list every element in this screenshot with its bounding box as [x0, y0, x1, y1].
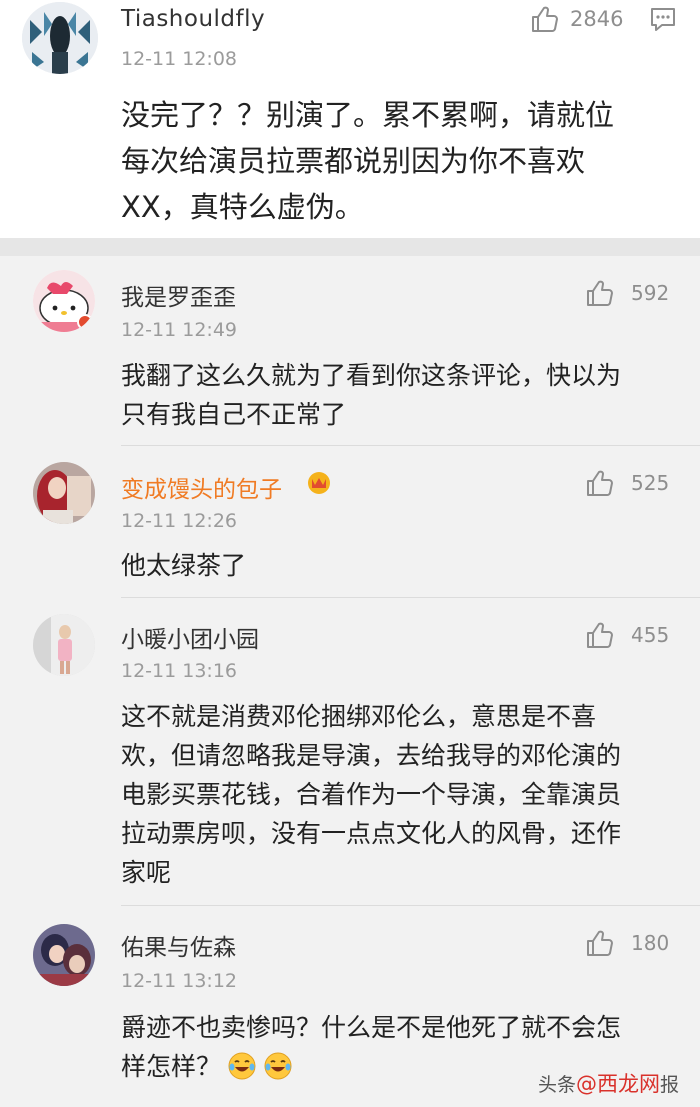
comment-line: 每次给演员拉票都说别因为你不喜欢 — [121, 144, 586, 178]
comment-line: 拉动票房呗，没有一点点文化人的风骨，还作 — [121, 819, 622, 848]
like-count: 180 — [631, 931, 670, 955]
avatar[interactable] — [33, 270, 95, 332]
username[interactable]: 我是罗歪歪 — [121, 278, 236, 312]
comment-thread: Tiashouldfly 12-11 12:08 2846 没完了？？别演了。累… — [0, 0, 700, 1107]
watermark-suffix: 报 — [660, 1074, 680, 1096]
thumbs-up-icon — [587, 470, 613, 496]
like-count: 592 — [631, 281, 670, 305]
comment-reply-icon[interactable] — [649, 5, 677, 33]
comment-line: 家呢 — [121, 858, 172, 887]
comment-line: XX，真特么虚伪。 — [121, 190, 364, 224]
comment-text: 这不就是消费邓伦捆绑邓伦么，意思是不喜 欢，但请忽略我是导演，去给我导的邓伦演的… — [121, 697, 681, 892]
like-button[interactable]: 592 — [585, 278, 669, 308]
timestamp: 12-11 12:08 — [121, 48, 238, 70]
thumbs-up-icon — [587, 930, 613, 956]
reply-item: 变成馒头的包子 525 12-11 12:26 他太绿茶了 — [0, 446, 700, 598]
timestamp: 12-11 13:12 — [121, 970, 238, 992]
like-button[interactable]: 180 — [585, 928, 669, 958]
comment-line: 他太绿茶了 — [121, 551, 247, 580]
like-button[interactable]: 455 — [585, 620, 669, 650]
watermark: 头条@西龙网报 — [538, 1068, 679, 1098]
comment-line: 没完了？？别演了。累不累啊，请就位 — [121, 98, 615, 132]
timestamp: 12-11 12:26 — [121, 510, 238, 532]
comment-line: 欢，但请忽略我是导演，去给我导的邓伦演的 — [121, 741, 622, 770]
thumbs-up-icon — [587, 280, 613, 306]
avatar[interactable] — [33, 614, 95, 676]
comment-line: 爵迹不也卖惨吗？什么是不是他死了就不会怎 — [121, 1013, 622, 1042]
comment-text: 我翻了这么久就为了看到你这条评论，快以为 只有我自己不正常了 — [121, 356, 681, 434]
timestamp: 12-11 12:49 — [121, 319, 238, 341]
reply-list: 我是罗歪歪 592 12-11 12:49 我翻了这么久就为了看到你这条评论，快… — [0, 256, 700, 1107]
section-divider — [0, 238, 700, 256]
username[interactable]: Tiashouldfly — [121, 6, 265, 32]
watermark-prefix: 头条 — [538, 1074, 577, 1096]
comment-text: 没完了？？别演了。累不累啊，请就位 每次给演员拉票都说别因为你不喜欢 XX，真特… — [121, 92, 681, 230]
watermark-brand: @西龙网 — [576, 1072, 661, 1096]
comment-text: 他太绿茶了 — [121, 546, 681, 585]
main-comment: Tiashouldfly 12-11 12:08 2846 没完了？？别演了。累… — [0, 0, 700, 238]
reply-item: 我是罗歪歪 592 12-11 12:49 我翻了这么久就为了看到你这条评论，快… — [0, 256, 700, 446]
like-count: 525 — [631, 471, 670, 495]
like-button[interactable]: 2846 — [530, 2, 630, 36]
username[interactable]: 佑果与佐森 — [121, 928, 236, 962]
comment-line-text: 样怎样？ — [121, 1052, 222, 1081]
thumbs-up-icon — [532, 6, 558, 32]
username[interactable]: 变成馒头的包子 — [121, 470, 282, 504]
timestamp: 12-11 13:16 — [121, 660, 238, 682]
username[interactable]: 小暖小团小园 — [121, 620, 259, 654]
comment-line: 我翻了这么久就为了看到你这条评论，快以为 — [121, 361, 622, 390]
comment-line: 电影买票花钱，合着作为一个导演，全靠演员 — [121, 780, 622, 809]
like-count: 455 — [631, 623, 670, 647]
laugh-cry-emoji-icon — [228, 1052, 256, 1080]
reply-item: 小暖小团小园 455 12-11 13:16 这不就是消费邓伦捆绑邓伦么，意思是… — [0, 598, 700, 906]
comment-line: 只有我自己不正常了 — [121, 400, 347, 429]
laugh-cry-emoji-icon — [264, 1052, 292, 1080]
crown-icon — [308, 472, 330, 494]
like-count: 2846 — [570, 7, 624, 31]
like-button[interactable]: 525 — [585, 468, 669, 498]
avatar[interactable] — [33, 924, 95, 986]
avatar[interactable] — [33, 462, 95, 524]
comment-line: 这不就是消费邓伦捆绑邓伦么，意思是不喜 — [121, 702, 597, 731]
avatar[interactable] — [22, 2, 98, 74]
thumbs-up-icon — [587, 622, 613, 648]
